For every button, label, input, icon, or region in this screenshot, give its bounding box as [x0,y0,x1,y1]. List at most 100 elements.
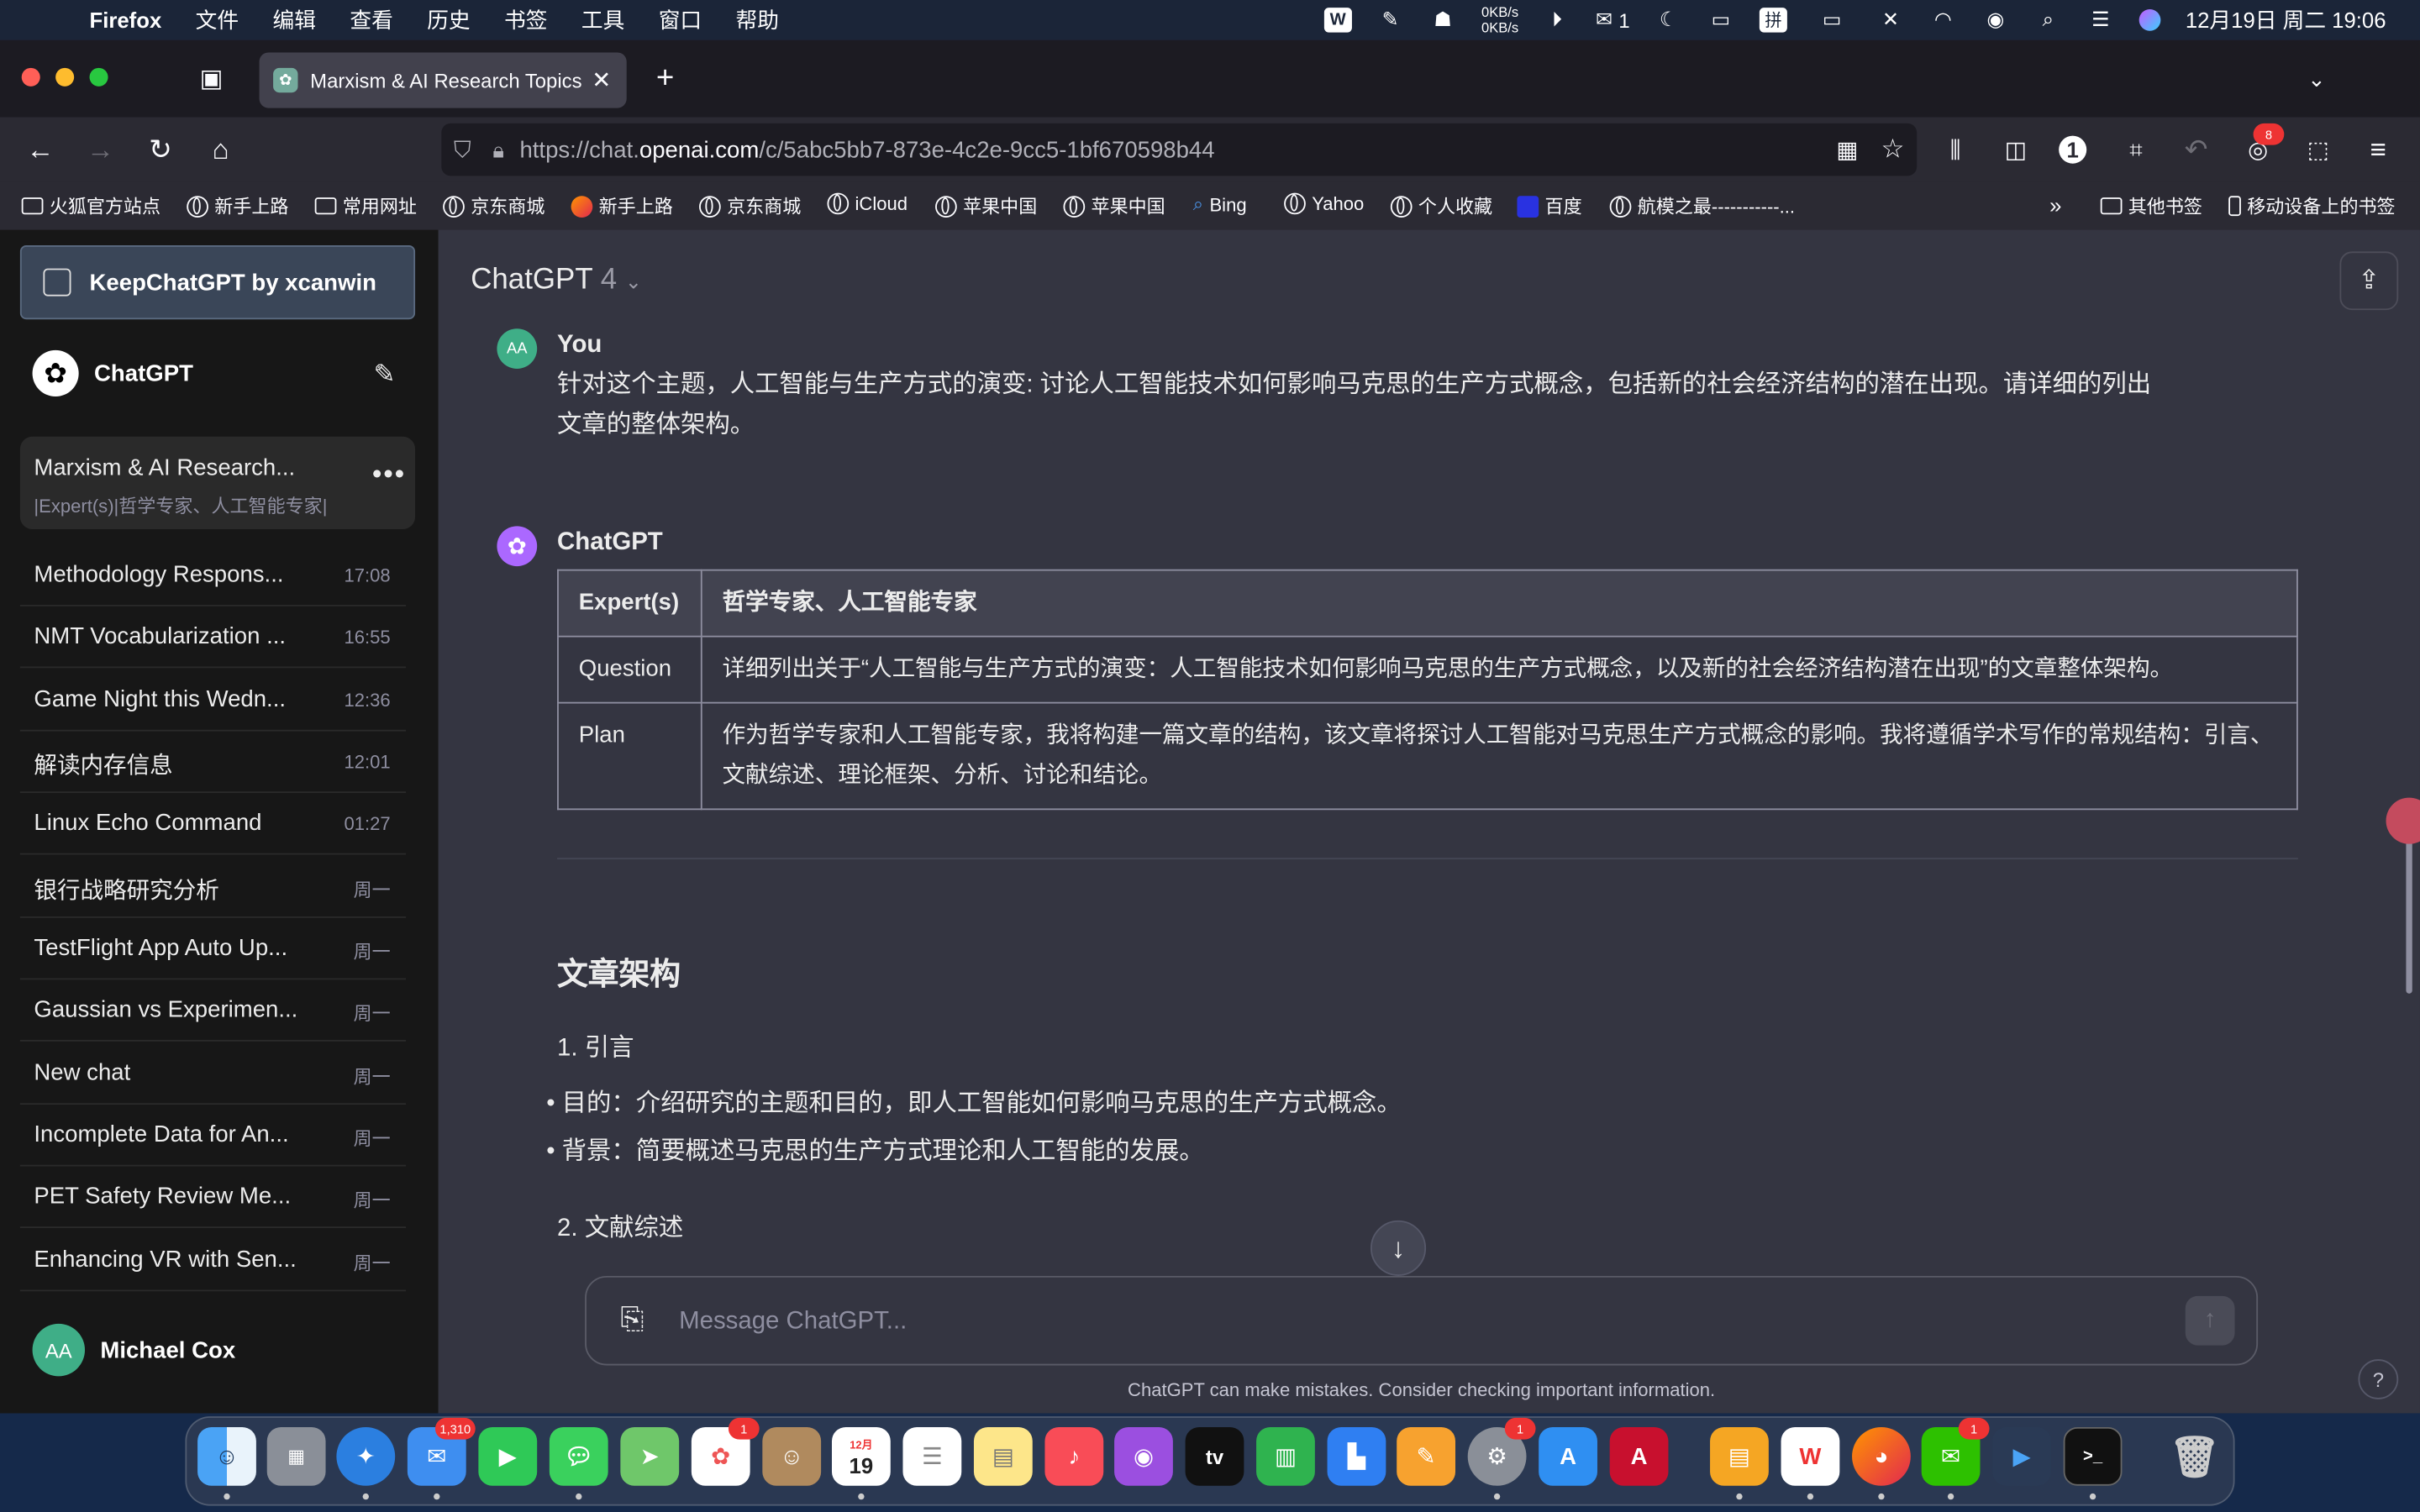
bookmarks-overflow-icon[interactable]: » [2049,193,2061,218]
sidebar-chat-item[interactable]: Methodology Respons... 17:08 [19,543,407,606]
crop-icon[interactable]: ⌗ [2119,133,2153,166]
podcasts-icon[interactable]: ◉ [1114,1426,1173,1486]
send-button[interactable]: ↑ [2185,1295,2235,1346]
bookmark-star-icon[interactable]: ☆ [1881,134,1904,165]
new-tab-button[interactable]: + [648,61,681,95]
app-menu-icon[interactable]: ≡ [2361,133,2395,166]
sidebar-toggle-icon[interactable]: ◫ [1999,133,2033,166]
sidebar-chat-item[interactable]: Incomplete Data for An... 周一 [19,1103,407,1167]
pen-status-icon[interactable]: ✎ [1376,8,1404,32]
reload-button[interactable]: ↻ [144,133,177,166]
tab-overview-icon[interactable]: ▣ [194,61,228,95]
keepchatgpt-button[interactable]: KeepChatGPT by xcanwin [19,245,416,320]
sidebar-chat-item[interactable]: 解读内存信息 12:01 [19,730,407,794]
bookmark-item[interactable]: 新手上路 [571,193,673,219]
menu-bookmarks[interactable]: 书签 [504,5,547,36]
sidebar-chat-item[interactable]: TestFlight App Auto Up... 周一 [19,916,407,980]
bookmark-item[interactable]: ⌕ Bing [1193,193,1247,217]
tab-list-chevron-icon[interactable]: ⌄ [2300,61,2333,95]
menu-file[interactable]: 文件 [196,5,239,36]
menu-view[interactable]: 查看 [350,5,392,36]
keynote-icon[interactable]: ▙ [1327,1426,1386,1486]
sidebar-chat-item[interactable]: Gaussian vs Experimen... 周一 [19,978,407,1042]
photos-icon[interactable]: ✿ 1 [691,1417,760,1486]
url-bar[interactable]: ⛉ 🔒︎ https://chat.openai.com/c/5abc5bb7-… [441,123,1918,176]
tab-chatgpt[interactable]: ✿ Marxism & AI Research Topics ✕ [259,52,627,108]
tab-close-icon[interactable]: ✕ [592,66,611,94]
new-chat-edit-icon[interactable]: ✎ [373,360,401,389]
reminders-icon[interactable]: ☰ [902,1426,962,1486]
menu-history[interactable]: 历史 [427,5,470,36]
sidebar-chat-item[interactable]: New chat 周一 [19,1042,407,1105]
pages-icon[interactable]: ✎ [1397,1426,1456,1486]
menu-app-name[interactable]: Firefox [90,8,162,32]
attach-paperclip-icon[interactable]: ⎘ [620,1304,644,1337]
sidebar-chat-item[interactable]: Enhancing VR with Sen... 周一 [19,1228,407,1292]
system-settings-icon[interactable]: ⚙ 1 [1467,1417,1536,1486]
scroll-down-button[interactable]: ↓ [1370,1220,1427,1276]
bookmark-item[interactable]: Yahoo [1284,192,1364,215]
message-input[interactable] [676,1295,2149,1349]
menu-clock[interactable]: 12月19日 周二 19:06 [2186,5,2386,36]
calendar-icon[interactable]: 12月 19 [831,1426,891,1486]
extension-1-icon[interactable]: 1 [2059,135,2087,164]
cat-status-icon[interactable]: ☗ [1429,8,1457,32]
window-minimize-button[interactable] [55,67,75,87]
siri-icon[interactable] [2139,9,2161,31]
maps-icon[interactable]: ➤ [620,1426,680,1486]
url-text[interactable]: https://chat.openai.com/c/5abc5bb7-873e-… [519,137,1214,163]
undo-icon[interactable]: ↶ [2179,133,2212,166]
bookmark-item[interactable]: 火狐官方站点 [21,193,160,219]
scrollbar-thumb[interactable] [2406,839,2412,994]
spotlight-search-icon[interactable]: ⌕ [2034,8,2062,32]
terminal-icon[interactable]: >_ [2063,1426,2123,1486]
sidebar-chat-active[interactable]: Marxism & AI Research... |Expert(s)|哲学专家… [19,436,416,529]
bookmark-item[interactable]: 新手上路 [187,193,288,219]
notes-icon[interactable]: ▤ [973,1426,1033,1486]
home-button[interactable]: ⌂ [203,133,237,166]
finder-icon[interactable]: ☺ [197,1426,256,1486]
play-status-icon[interactable]: ⏵ [1543,8,1570,32]
bookmark-other-folder[interactable]: 其他书签 [2100,193,2202,219]
qr-code-icon[interactable]: ▦ [1836,136,1858,163]
music-icon[interactable]: ♪ [1044,1426,1104,1486]
bookmark-item[interactable]: 京东商城 [443,193,544,219]
numbers-icon[interactable]: ▥ [1256,1426,1315,1486]
launchpad-icon[interactable]: ▦ [266,1426,326,1486]
back-button[interactable]: ← [24,133,57,166]
wechat-dock-icon[interactable]: ✉ 1 [1921,1417,1990,1486]
bookmark-item[interactable]: 常用网址 [314,193,417,219]
new-chat-brand[interactable]: ✿ ChatGPT [32,349,193,397]
mail-icon[interactable]: ✉ 1,310 [407,1417,476,1486]
app-store-icon[interactable]: A [1539,1426,1597,1486]
facetime-icon[interactable]: ▶ [478,1426,538,1486]
mute-icon[interactable]: ✕ [1876,8,1904,32]
wifi-icon[interactable]: ◠ [1929,8,1957,32]
battery-icon[interactable]: ▭ [1812,8,1852,32]
user-status-icon[interactable]: ◉ [1981,8,2009,32]
bookmark-item[interactable]: 百度 [1517,193,1582,219]
autocad-icon[interactable]: A [1609,1426,1669,1486]
firefox-dock-icon[interactable]: ◕ [1852,1426,1911,1486]
media-player-icon[interactable]: ▶ [1992,1426,2051,1486]
share-button[interactable]: ⇪ [2339,251,2399,311]
sidebar-chat-item[interactable]: Game Night this Wedn... 12:36 [19,668,407,732]
window-zoom-button[interactable] [89,67,108,87]
sidebar-chat-item[interactable]: NMT Vocabularization ... 16:55 [19,605,407,669]
control-center-icon[interactable]: ☰ [2086,8,2114,32]
wps-status-icon[interactable]: W [1323,8,1352,33]
tracking-shield-icon[interactable]: ⛉ [454,137,471,163]
files-folder-icon[interactable]: ▤ [1710,1426,1769,1486]
menu-window[interactable]: 窗口 [659,5,702,36]
bookmark-item[interactable]: 苹果中国 [935,193,1037,219]
wechat-status-icon[interactable]: ✉ 1 [1596,8,1630,32]
input-method-icon[interactable]: 拼 [1759,8,1787,33]
chat-options-icon[interactable]: ••• [372,458,406,491]
window-close-button[interactable] [21,67,40,87]
help-button[interactable]: ? [2358,1359,2399,1399]
wps-office-icon[interactable]: W [1781,1426,1840,1486]
extensions-icon[interactable]: ⬚ [2302,133,2335,166]
safari-icon[interactable]: ✦ [336,1426,396,1486]
bookmark-item[interactable]: 个人收藏 [1390,193,1492,219]
moon-icon[interactable]: ☾ [1655,8,1682,32]
